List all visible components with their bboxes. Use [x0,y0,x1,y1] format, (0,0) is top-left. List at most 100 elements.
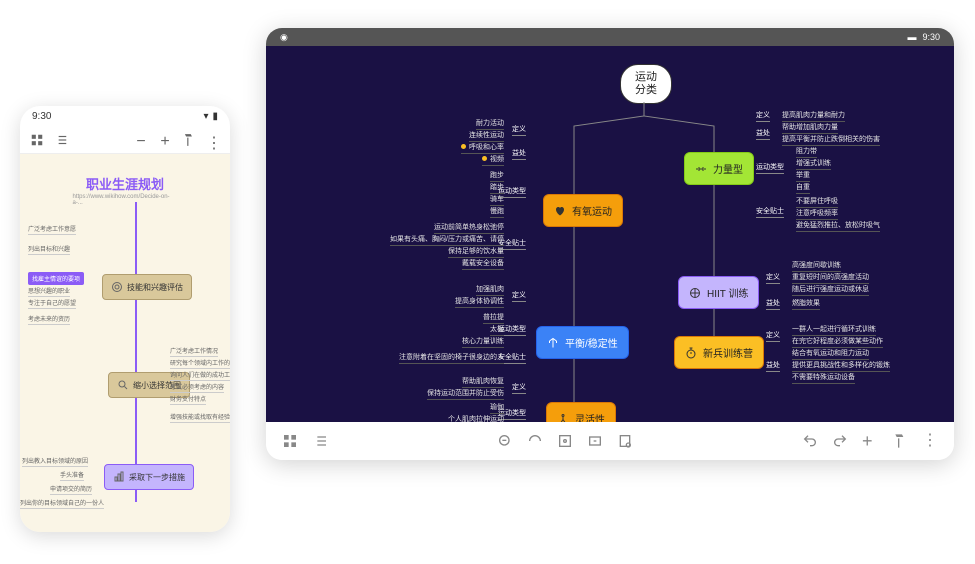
leaf[interactable]: 阻力带 [796,146,817,158]
sub-def[interactable]: 定义 [512,290,526,302]
leaf[interactable]: 手头准备 [60,470,84,481]
sub-benefit[interactable]: 益处 [766,298,780,310]
tablet-mindmap-canvas[interactable]: 运动 分类 有氧运动 定义 耐力活动 连续性运动 益处 呼吸和心率 视频 运动类… [266,46,954,422]
outline-view-icon[interactable] [312,433,328,449]
branch-aerobic[interactable]: 有氧运动 [543,194,623,227]
sub-types[interactable]: 运动类型 [756,162,784,174]
sub-def[interactable]: 定义 [756,110,770,122]
more-icon[interactable]: ⋮ [922,433,938,449]
sub-benefit[interactable]: 益处 [512,148,526,160]
sub-def[interactable]: 定义 [512,124,526,136]
leaf[interactable]: 随后进行强度运动或休息 [792,284,869,296]
redo-icon[interactable] [832,433,848,449]
leaf[interactable]: 如果有头痛、胸闷/压力或痛苦、请停 [390,234,504,246]
leaf[interactable]: 申请项交的简历 [50,484,92,495]
format-icon[interactable] [892,433,908,449]
leaf[interactable]: 戴载安全设备 [462,258,504,270]
outline-view-icon[interactable] [54,133,68,147]
leaf[interactable]: 自重 [796,182,810,194]
leaf[interactable]: 帮助肌肉恢复 [462,376,504,388]
leaf[interactable]: 注意附着在坚固的椅子很身边的人 [399,352,504,364]
leaf[interactable]: 提高身体协调性 [455,296,504,308]
sub-benefit[interactable]: 益处 [766,360,780,372]
leaf[interactable]: 在完它好程度必须做某些动作 [792,336,883,348]
leaf[interactable]: 加强肌肉 [476,284,504,296]
leaf[interactable]: 提供更具挑战性和多样化的锻炼 [792,360,890,372]
note-icon[interactable] [617,433,633,449]
plus-icon[interactable]: + [158,133,172,147]
leaf[interactable]: 核心力量训练 [462,336,504,348]
node-next-steps[interactable]: 采取下一步措施 [104,464,194,490]
leaf[interactable]: 询问人们在做的成功工作 [170,370,230,381]
branch-bootcamp[interactable]: 新兵训练营 [674,336,764,369]
leaf[interactable]: 普拉提 [483,312,504,324]
zoom-out-icon[interactable] [497,433,513,449]
focus-icon[interactable] [557,433,573,449]
leaf[interactable]: 个人肌肉拉伸运动 [448,414,504,422]
phone-mindmap-canvas[interactable]: 职业生涯规划 https://www.wikihow.com/Decide-on… [20,154,230,532]
leaf[interactable]: 列出教入目标领域的原因 [22,456,88,467]
leaf-active[interactable]: 找雇主情谊的要项 [28,272,84,285]
leaf[interactable]: 注意呼吸频率 [796,208,838,220]
leaf[interactable]: 列出目标和兴趣 [28,244,70,255]
grid-view-icon[interactable] [30,133,44,147]
leaf[interactable]: 考虑未来的资历 [28,314,70,325]
leaf[interactable]: 财务支付特点 [170,394,206,405]
leaf[interactable]: 呼吸和心率 [461,142,504,154]
leaf[interactable]: 结合有氧运动和阻力运动 [792,348,869,360]
leaf[interactable]: 避免猛烈推拉、放松时吸气 [796,220,880,232]
leaf[interactable]: 跑步 [490,170,504,182]
sub-benefit[interactable]: 益处 [756,128,770,140]
leaf[interactable]: 广泛考虑工作情况 [170,346,218,357]
tablet-clock: 9:30 [922,32,940,42]
leaf[interactable]: 运动前简单热身松弛停 [434,222,504,234]
more-icon[interactable]: ⋮ [206,133,220,147]
undo-icon[interactable] [802,433,818,449]
leaf[interactable]: 高强度间歇训练 [792,260,841,272]
leaf[interactable]: 不要屏住呼吸 [796,196,838,208]
minus-icon[interactable]: − [134,133,148,147]
leaf[interactable]: 瑜伽 [490,402,504,414]
format-icon[interactable] [182,133,196,147]
leaf[interactable]: 思想兴趣的职业 [28,286,70,297]
tablet-device: ◉ ▬ 9:30 运动 分类 有氧运动 定义 耐力活动 连续性运动 益处 呼吸和… [266,28,954,460]
leaf[interactable]: 考试必须考虑的内容 [170,382,224,393]
leaf[interactable]: 增强式训练 [796,158,831,170]
plus-icon[interactable]: + [862,433,878,449]
collapse-icon[interactable] [587,433,603,449]
leaf[interactable]: 保持运动范围并防止受伤 [427,388,504,400]
leaf[interactable]: 骑车 [490,194,504,206]
leaf[interactable]: 广泛考虑工作意愿 [28,224,76,235]
root-node[interactable]: 运动 分类 [620,64,672,104]
leaf[interactable]: 太极 [490,324,504,336]
grid-view-icon[interactable] [282,433,298,449]
leaf[interactable]: 增强技能或找取有经验类的途径 [170,412,230,423]
leaf[interactable]: 慢跑 [490,206,504,218]
leaf[interactable]: 研究每个领域内工作的多样性 [170,358,230,369]
fit-icon[interactable] [527,433,543,449]
leaf[interactable]: 燃脂效果 [792,298,820,310]
leaf[interactable]: 耐力活动 [476,118,504,130]
sub-safety[interactable]: 安全贴士 [756,206,784,218]
leaf[interactable]: 举重 [796,170,810,182]
leaf[interactable]: 列出你的目标领域自己的一份人 [20,498,104,509]
leaf[interactable]: 专注于自己的愿望 [28,298,76,309]
leaf[interactable]: 提高平衡并防止跌倒相关的伤害 [782,134,880,146]
leaf[interactable]: 不需要特殊运动设备 [792,372,855,384]
sub-def[interactable]: 定义 [766,330,780,342]
branch-balance[interactable]: 平衡/稳定性 [536,326,629,359]
branch-strength[interactable]: 力量型 [684,152,754,185]
node-skills-interest[interactable]: 技能和兴趣评估 [102,274,192,300]
leaf[interactable]: 保持足够的饮水量 [448,246,504,258]
leaf[interactable]: 重复短时间的高强度活动 [792,272,869,284]
sub-def[interactable]: 定义 [512,382,526,394]
leaf[interactable]: 视频 [482,154,504,166]
leaf[interactable]: 连续性运动 [469,130,504,142]
branch-hiit[interactable]: HIIT 训练 [678,276,759,309]
leaf[interactable]: 踏步 [490,182,504,194]
leaf[interactable]: 帮助增加肌肉力量 [782,122,838,134]
sub-def[interactable]: 定义 [766,272,780,284]
leaf[interactable]: 一群人一起进行循环式训练 [792,324,876,336]
branch-flexibility[interactable]: 灵活性 [546,402,616,422]
leaf[interactable]: 提高肌肉力量和耐力 [782,110,845,122]
